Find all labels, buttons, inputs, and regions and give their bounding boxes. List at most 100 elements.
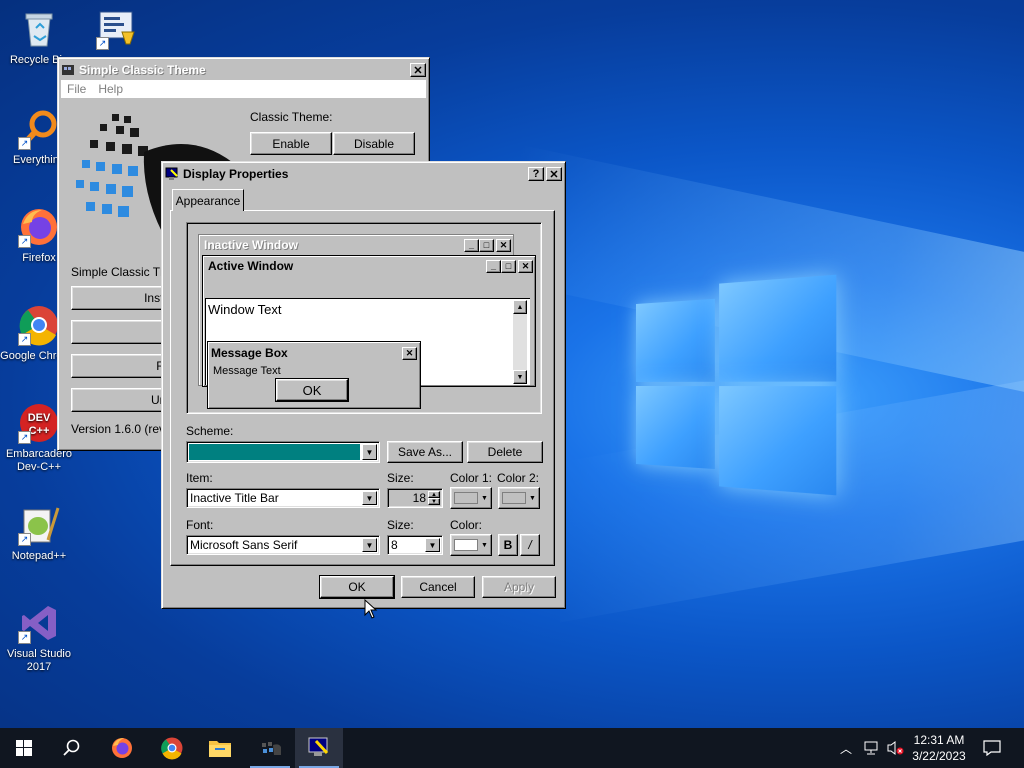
color2-label: Color 2: — [497, 471, 540, 485]
minimize-icon: _ — [486, 259, 501, 273]
volume-muted-icon — [887, 741, 904, 755]
firefox-icon — [112, 738, 132, 758]
display-properties-title: Display Properties — [183, 167, 289, 181]
svg-text:C++: C++ — [29, 425, 50, 437]
appearance-preview[interactable]: Inactive Window _ □ ✕ Active Window _ □ … — [186, 222, 542, 414]
dropdown-arrow-icon[interactable]: ▼ — [362, 538, 377, 552]
display-properties-app-icon — [165, 167, 179, 181]
menu-help[interactable]: Help — [92, 82, 129, 96]
mouse-cursor-icon — [364, 598, 378, 619]
bold-toggle[interactable]: B — [498, 534, 518, 556]
maximize-icon: □ — [501, 259, 516, 273]
save-as-button[interactable]: Save As... — [387, 441, 463, 463]
desktop-icon-notepadpp[interactable]: ↗ Notepad++ — [0, 504, 78, 563]
clock-date: 3/22/2023 — [912, 749, 966, 763]
close-button[interactable]: ✕ — [546, 167, 562, 181]
scroll-up-icon: ▲ — [513, 300, 527, 314]
notepadpp-icon: ↗ — [18, 504, 60, 546]
spin-up-icon[interactable]: ▲ — [428, 491, 440, 498]
font-size-value: 8 — [391, 538, 398, 552]
tray-clock[interactable]: 12:31 AM 3/22/2023 — [906, 728, 972, 768]
close-icon: ✕ — [402, 346, 417, 360]
taskbar-simple-classic-theme[interactable] — [246, 728, 294, 768]
file-explorer-icon — [209, 741, 231, 757]
taskbar-file-explorer[interactable] — [196, 728, 244, 768]
dropdown-arrow-icon[interactable]: ▼ — [362, 444, 377, 460]
font-size-dropdown[interactable]: 8 ▼ — [387, 535, 443, 555]
item-size-value: 18 — [412, 491, 426, 505]
classic-theme-label: Classic Theme: — [250, 110, 333, 124]
font-dropdown[interactable]: Microsoft Sans Serif ▼ — [186, 535, 380, 555]
close-icon: ✕ — [549, 168, 559, 181]
start-button[interactable] — [0, 728, 48, 768]
dropdown-arrow-icon: ▼ — [481, 494, 488, 502]
scheme-label: Scheme: — [186, 424, 234, 438]
dropdown-arrow-icon[interactable]: ▼ — [362, 491, 377, 505]
action-center-button[interactable] — [978, 728, 1006, 768]
menu-file[interactable]: File — [61, 82, 92, 96]
italic-toggle[interactable]: / — [520, 534, 540, 556]
dropdown-arrow-icon[interactable]: ▼ — [425, 538, 440, 552]
start-icon — [16, 740, 32, 756]
color2-picker[interactable]: ▼ — [498, 487, 540, 509]
disable-button[interactable]: Disable — [333, 132, 415, 155]
spin-down-icon[interactable]: ▼ — [428, 498, 440, 505]
font-label: Font: — [186, 518, 214, 532]
item-selected-value: Inactive Title Bar — [190, 491, 279, 505]
taskbar-chrome[interactable] — [148, 728, 196, 768]
item-dropdown[interactable]: Inactive Title Bar ▼ — [186, 488, 380, 508]
color1-picker[interactable]: ▼ — [450, 487, 492, 509]
notification-icon — [983, 740, 1001, 756]
desktop-icon-control-panel[interactable]: ↗ — [78, 8, 156, 54]
search-icon — [63, 739, 80, 756]
minimize-icon: _ — [464, 238, 479, 252]
window-text: Window Text — [208, 302, 282, 317]
apply-button[interactable]: Apply — [482, 576, 556, 598]
recycle-bin-icon — [18, 8, 60, 50]
svg-text:DEV: DEV — [28, 412, 51, 424]
dropdown-arrow-icon: ▼ — [481, 541, 488, 549]
enable-button[interactable]: Enable — [250, 132, 332, 155]
font-color-swatch — [454, 539, 479, 551]
preview-message-box[interactable]: Message Box ✕ Message Text OK — [207, 341, 421, 409]
help-button[interactable]: ? — [528, 167, 544, 181]
tab-appearance-label: Appearance — [175, 193, 241, 208]
delete-button[interactable]: Delete — [467, 441, 543, 463]
ok-button[interactable]: OK — [319, 575, 395, 599]
font-color-label: Color: — [450, 518, 483, 532]
color1-swatch — [454, 492, 479, 504]
item-size-label: Size: — [387, 471, 414, 485]
simple-classic-titlebar[interactable]: Simple Classic Theme ✕ — [61, 61, 426, 79]
scheme-dropdown[interactable]: ▼ — [186, 441, 380, 463]
scheme-selected-value — [189, 444, 360, 460]
item-size-spinner[interactable]: 18 ▲ ▼ — [387, 488, 443, 508]
visual-studio-icon: ↗ — [18, 602, 60, 644]
font-color-picker[interactable]: ▼ — [450, 534, 492, 556]
wallpaper-windows-logo — [636, 274, 837, 496]
tray-network[interactable] — [860, 728, 882, 768]
network-icon — [864, 741, 878, 755]
cancel-button[interactable]: Cancel — [401, 576, 475, 598]
search-button[interactable] — [48, 728, 96, 768]
dropdown-arrow-icon: ▼ — [529, 494, 536, 502]
tray-overflow-button[interactable]: ︿ — [836, 728, 856, 768]
tray-volume[interactable] — [884, 728, 906, 768]
message-box-text: Message Text — [213, 365, 281, 377]
simple-classic-app-icon — [61, 63, 75, 77]
taskbar-firefox[interactable] — [98, 728, 146, 768]
close-icon: ✕ — [518, 259, 533, 273]
close-icon: ✕ — [496, 238, 511, 252]
desktop-icon-visual-studio[interactable]: ↗ Visual Studio 2017 — [0, 602, 78, 674]
message-box-ok-button: OK — [275, 378, 349, 402]
display-properties-window[interactable]: Display Properties ? ✕ Appearance Inacti… — [161, 161, 566, 609]
chevron-up-icon: ︿ — [839, 741, 852, 756]
taskbar-display-properties[interactable] — [295, 728, 343, 768]
tab-appearance[interactable]: Appearance — [172, 189, 244, 211]
inactive-title: Inactive Window — [204, 238, 298, 252]
item-label: Item: — [186, 471, 213, 485]
display-properties-titlebar[interactable]: Display Properties ? ✕ — [165, 165, 562, 183]
devcpp-icon: DEV C++ ↗ — [18, 402, 60, 444]
chrome-icon — [161, 737, 183, 760]
close-button[interactable]: ✕ — [410, 63, 426, 77]
control-panel-icon: ↗ — [96, 8, 138, 50]
